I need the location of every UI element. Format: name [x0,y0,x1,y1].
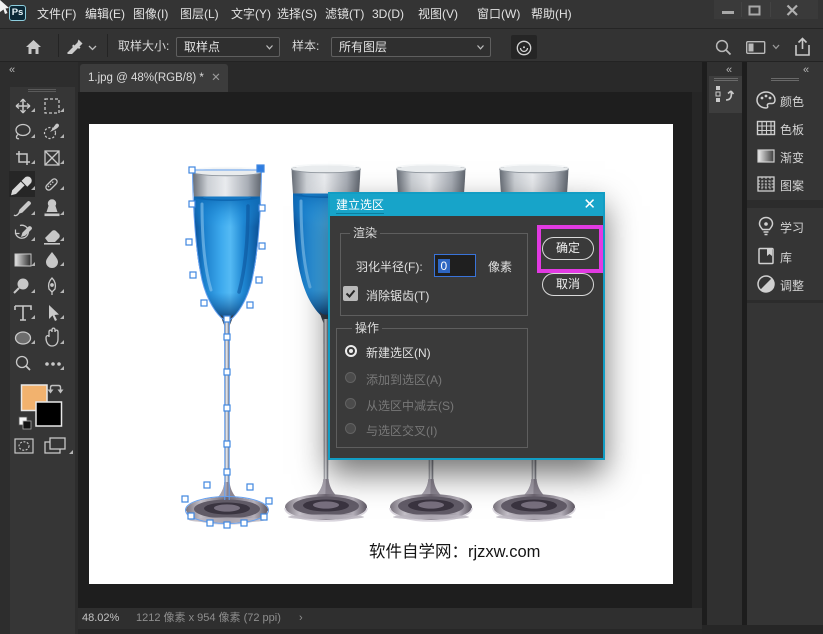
svg-text:软件自学网：rjzxw.com: 软件自学网：rjzxw.com [369,542,540,561]
